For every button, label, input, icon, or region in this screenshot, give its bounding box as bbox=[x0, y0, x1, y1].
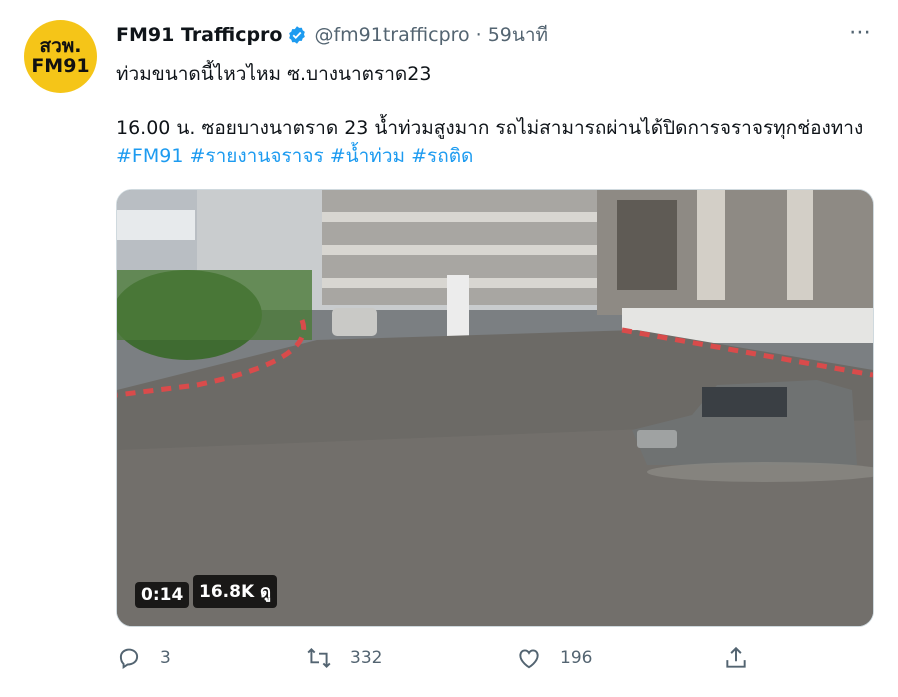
avatar[interactable]: สวพ. FM91 bbox=[24, 20, 97, 93]
tweet-header: FM91 Trafficpro @fm91trafficpro · 59นาที bbox=[116, 20, 548, 50]
hashtag-fm91[interactable]: #FM91 bbox=[116, 145, 183, 167]
share-icon bbox=[726, 646, 746, 668]
heart-icon bbox=[519, 649, 539, 669]
retweet-button[interactable]: 332 bbox=[306, 645, 382, 671]
display-name[interactable]: FM91 Trafficpro bbox=[116, 24, 282, 46]
tweet-text-body: 16.00 น. ซอยบางนาตราด 23 น้ำท่วมสูงมาก ร… bbox=[116, 114, 876, 170]
tweet-body-text: 16.00 น. ซอยบางนาตราด 23 น้ำท่วมสูงมาก ร… bbox=[116, 117, 864, 139]
like-count: 196 bbox=[560, 648, 593, 668]
video-player[interactable]: 0:14 16.8K ดู bbox=[116, 189, 874, 627]
video-frame-flooded-street bbox=[117, 190, 873, 626]
tweet-actions-bar: 3 332 196 bbox=[116, 645, 876, 675]
hashtag-traffic-report[interactable]: #รายงานจราจร bbox=[189, 145, 323, 167]
retweet-icon bbox=[307, 647, 331, 669]
hashtag-flood[interactable]: #น้ำท่วม bbox=[330, 145, 405, 167]
avatar-text-line1: สวพ. bbox=[39, 34, 82, 57]
avatar-text-line2: FM91 bbox=[31, 54, 90, 77]
tweet-text-line1: ท่วมขนาดนี้ไหวไหม ซ.บางนาตราด23 bbox=[116, 63, 432, 85]
reply-count: 3 bbox=[160, 648, 171, 668]
verified-badge-icon bbox=[289, 26, 306, 44]
video-duration-badge: 0:14 bbox=[135, 582, 190, 608]
reply-icon bbox=[119, 648, 139, 670]
separator-dot: · bbox=[475, 24, 482, 46]
share-button[interactable] bbox=[723, 645, 749, 671]
retweet-count: 332 bbox=[350, 648, 383, 668]
hashtag-traffic-jam[interactable]: #รถติด bbox=[411, 145, 473, 167]
timestamp[interactable]: 59นาที bbox=[488, 20, 548, 50]
more-options-icon[interactable]: ⋯ bbox=[849, 20, 872, 45]
reply-button[interactable]: 3 bbox=[116, 645, 171, 671]
like-button[interactable]: 196 bbox=[516, 645, 592, 671]
video-views-badge: 16.8K ดู bbox=[193, 575, 278, 608]
user-handle[interactable]: @fm91trafficpro bbox=[314, 24, 469, 46]
